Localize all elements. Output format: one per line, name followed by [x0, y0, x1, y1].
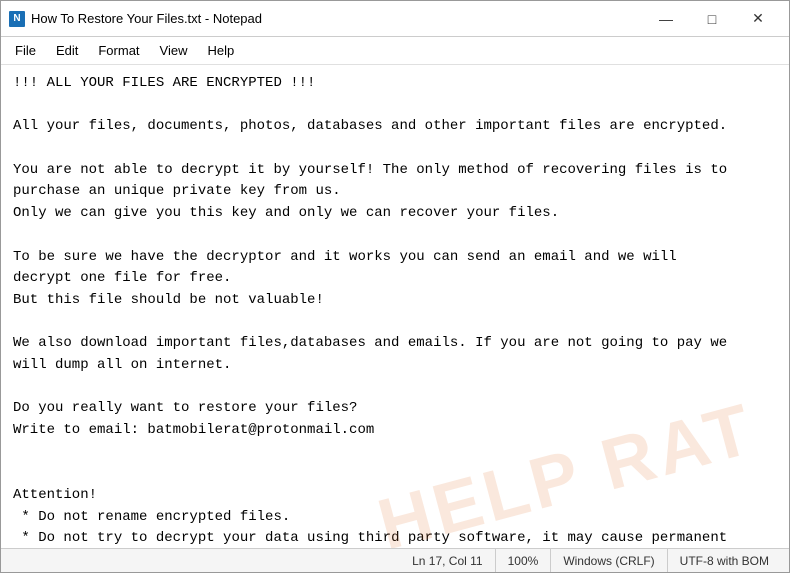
window-controls: — □ ✕ [643, 4, 781, 34]
notepad-window: N How To Restore Your Files.txt - Notepa… [0, 0, 790, 573]
notepad-icon: N [9, 11, 25, 27]
menu-file[interactable]: File [5, 40, 46, 61]
status-bar: Ln 17, Col 11 100% Windows (CRLF) UTF-8 … [1, 548, 789, 572]
minimize-button[interactable]: — [643, 4, 689, 34]
close-button[interactable]: ✕ [735, 4, 781, 34]
title-bar-left: N How To Restore Your Files.txt - Notepa… [9, 11, 262, 27]
title-bar: N How To Restore Your Files.txt - Notepa… [1, 1, 789, 37]
editor-area[interactable]: !!! ALL YOUR FILES ARE ENCRYPTED !!! All… [1, 65, 789, 548]
maximize-button[interactable]: □ [689, 4, 735, 34]
menu-bar: File Edit Format View Help [1, 37, 789, 65]
status-encoding: UTF-8 with BOM [668, 549, 781, 572]
status-zoom: 100% [496, 549, 552, 572]
menu-help[interactable]: Help [197, 40, 244, 61]
window-title: How To Restore Your Files.txt - Notepad [31, 11, 262, 26]
menu-edit[interactable]: Edit [46, 40, 88, 61]
menu-format[interactable]: Format [88, 40, 149, 61]
status-line-ending: Windows (CRLF) [551, 549, 667, 572]
editor-content[interactable]: !!! ALL YOUR FILES ARE ENCRYPTED !!! All… [1, 65, 789, 548]
status-line-col: Ln 17, Col 11 [400, 549, 496, 572]
menu-view[interactable]: View [150, 40, 198, 61]
